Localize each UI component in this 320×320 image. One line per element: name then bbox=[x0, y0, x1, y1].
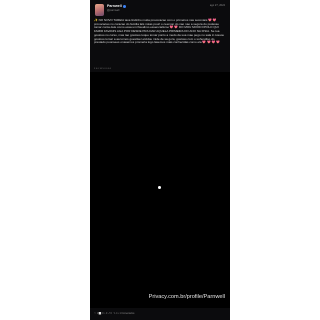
play-dot-icon[interactable] bbox=[158, 186, 161, 189]
avatar[interactable] bbox=[95, 4, 104, 16]
post-card: Parnwell @parnwell ago 27, 2024 ✨ NO NOV… bbox=[90, 0, 230, 320]
author-name[interactable]: Parnwell bbox=[107, 4, 126, 8]
post-header: Parnwell @parnwell ago 27, 2024 bbox=[95, 4, 225, 18]
post-date: ago 27, 2024 bbox=[209, 4, 225, 7]
author-handle: @parnwell bbox=[107, 9, 120, 12]
post-stats-line: 3 0 0 10 5 0 0 0 0 bbox=[94, 68, 112, 70]
video-player[interactable]: Privacy.com.br/profile/Parnwell bbox=[90, 72, 230, 308]
verified-badge-icon bbox=[122, 4, 126, 8]
watermark: Privacy.com.br/profile/Parnwell bbox=[148, 294, 225, 300]
post-footer[interactable]: ♡ 1 ⬜ 0 ○ 0 ↗ 0 ✎ 4 • 1 Comentarios bbox=[94, 312, 134, 315]
post-caption: ✨ NO NOVO TAREIA tava lindinho muita pro… bbox=[94, 18, 225, 45]
